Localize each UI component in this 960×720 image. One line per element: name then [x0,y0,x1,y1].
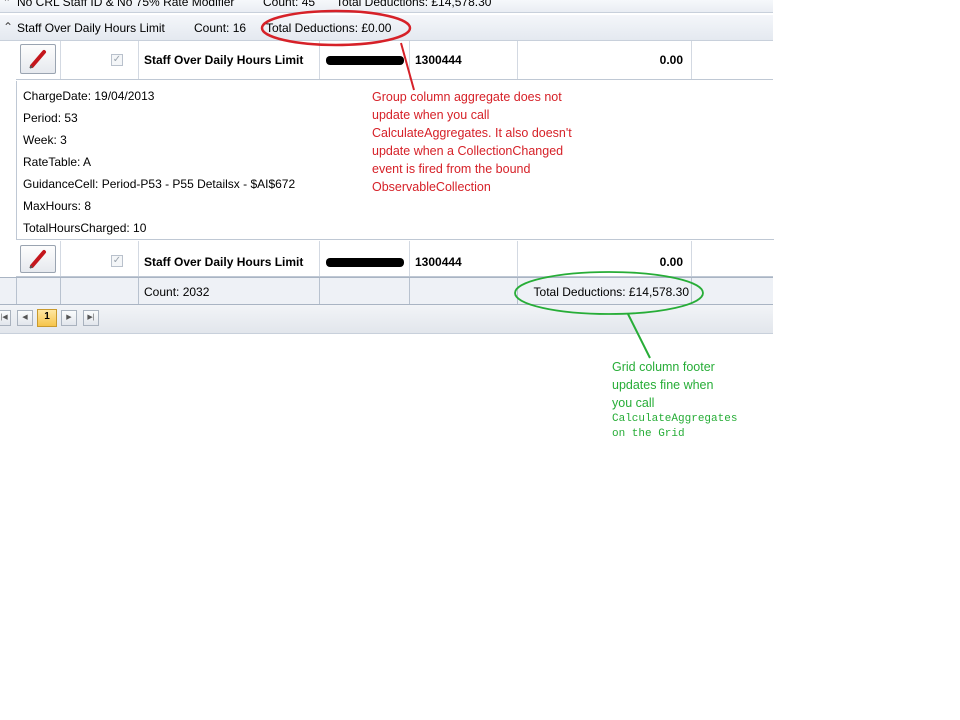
detail-guidance-cell: GuidanceCell: Period-P53 - P55 Detailsx … [23,177,296,191]
footer-cell [320,278,410,304]
annotation-line: Grid column footer [612,360,715,374]
table-row[interactable]: ✓ Staff Over Daily Hours Limit 1300444 0… [16,241,773,277]
redacted-cell [320,41,410,79]
previous-page-button[interactable]: ◀ [17,310,33,326]
footer-cell [17,278,61,304]
staff-code: 1300444 [415,255,462,269]
annotation-line: updates fine when [612,378,714,392]
edit-cell [16,41,61,79]
green-annotation: Grid column footer updates fine when you… [612,358,737,442]
red-annotation: Group column aggregate does not update w… [372,88,572,196]
current-page-button[interactable]: 1 [37,309,57,327]
redacted-cell [320,241,410,276]
footer-cell [0,278,17,304]
group-total-aggregate: Total Deductions: £0.00 [266,21,392,35]
code-cell: 1300444 [410,41,518,79]
annotation-line: ObservableCollection [372,180,491,194]
footer-count: Count: 2032 [144,285,210,299]
rule-cell: Staff Over Daily Hours Limit [139,41,320,79]
detail-period: Period: 53 [23,111,78,125]
group-title: Staff Over Daily Hours Limit [17,21,165,35]
pencil-icon [29,250,46,269]
group-title: No CRL Staff ID & No 75% Rate Modifier [17,0,235,9]
footer-cell [61,278,139,304]
rule-name: Staff Over Daily Hours Limit [144,53,304,67]
amount-value: 0.00 [659,255,683,269]
group-header-staff-over-daily[interactable]: ⌃ Staff Over Daily Hours Limit Count: 16… [0,15,773,41]
checkbox-cell: ✓ [61,41,139,79]
footer-count-cell: Count: 2032 [139,278,320,304]
detail-rate-table: RateTable: A [23,155,92,169]
group-total: Total Deductions: £14,578.30 [336,0,492,9]
table-row[interactable]: ✓ Staff Over Daily Hours Limit 1300444 0… [16,41,773,80]
last-page-button[interactable]: ▶| [83,310,99,326]
footer-total-cell: Total Deductions: £14,578.30 [518,278,692,304]
annotation-line: event is fired from the bound [372,162,531,176]
group-count: Count: 45 [263,0,316,9]
annotation-code-line: on the Grid [612,428,685,440]
redaction-mark [326,56,404,65]
next-page-button[interactable]: ▶ [61,310,77,326]
edit-button[interactable] [20,245,56,273]
detail-total-hours: TotalHoursCharged: 10 [23,221,147,235]
edit-cell [16,241,61,276]
detail-charge-date: ChargeDate: 19/04/2013 [23,89,155,103]
rule-name: Staff Over Daily Hours Limit [144,255,304,269]
footer-cell [410,278,518,304]
rule-cell: Staff Over Daily Hours Limit [139,241,320,276]
chevron-up-icon[interactable]: ⌃ [3,0,11,8]
annotation-line: Group column aggregate does not [372,90,562,104]
amount-value: 0.00 [659,53,683,67]
annotation-line: update when you call [372,108,490,122]
group-header-no-crl[interactable]: ⌃ No CRL Staff ID & No 75% Rate Modifier… [0,0,773,13]
code-cell: 1300444 [410,241,518,276]
annotation-line: update when a CollectionChanged [372,144,564,158]
detail-week: Week: 3 [23,133,67,147]
first-page-button[interactable]: |◀ [0,310,11,326]
row-checkbox[interactable]: ✓ [111,255,123,267]
annotation-line: you call [612,396,655,410]
staff-code: 1300444 [415,53,462,67]
edit-button[interactable] [20,44,56,74]
annotation-line: CalculateAggregates. It also doesn't [372,126,572,140]
pager: |◀ ◀ 1 ▶ ▶| [0,305,773,334]
checkbox-cell: ✓ [61,241,139,276]
group-count: Count: 16 [194,21,247,35]
grid-footer: Count: 2032 Total Deductions: £14,578.30 [0,277,773,306]
row-checkbox[interactable]: ✓ [111,54,123,66]
footer-total: Total Deductions: £14,578.30 [533,285,689,299]
amount-cell: 0.00 [518,241,692,276]
annotation-code-line: CalculateAggregates [612,413,738,425]
amount-cell: 0.00 [518,41,692,79]
redaction-mark [326,258,404,267]
pencil-icon [29,50,46,69]
chevron-up-icon[interactable]: ⌃ [3,20,13,34]
detail-max-hours: MaxHours: 8 [23,199,92,213]
